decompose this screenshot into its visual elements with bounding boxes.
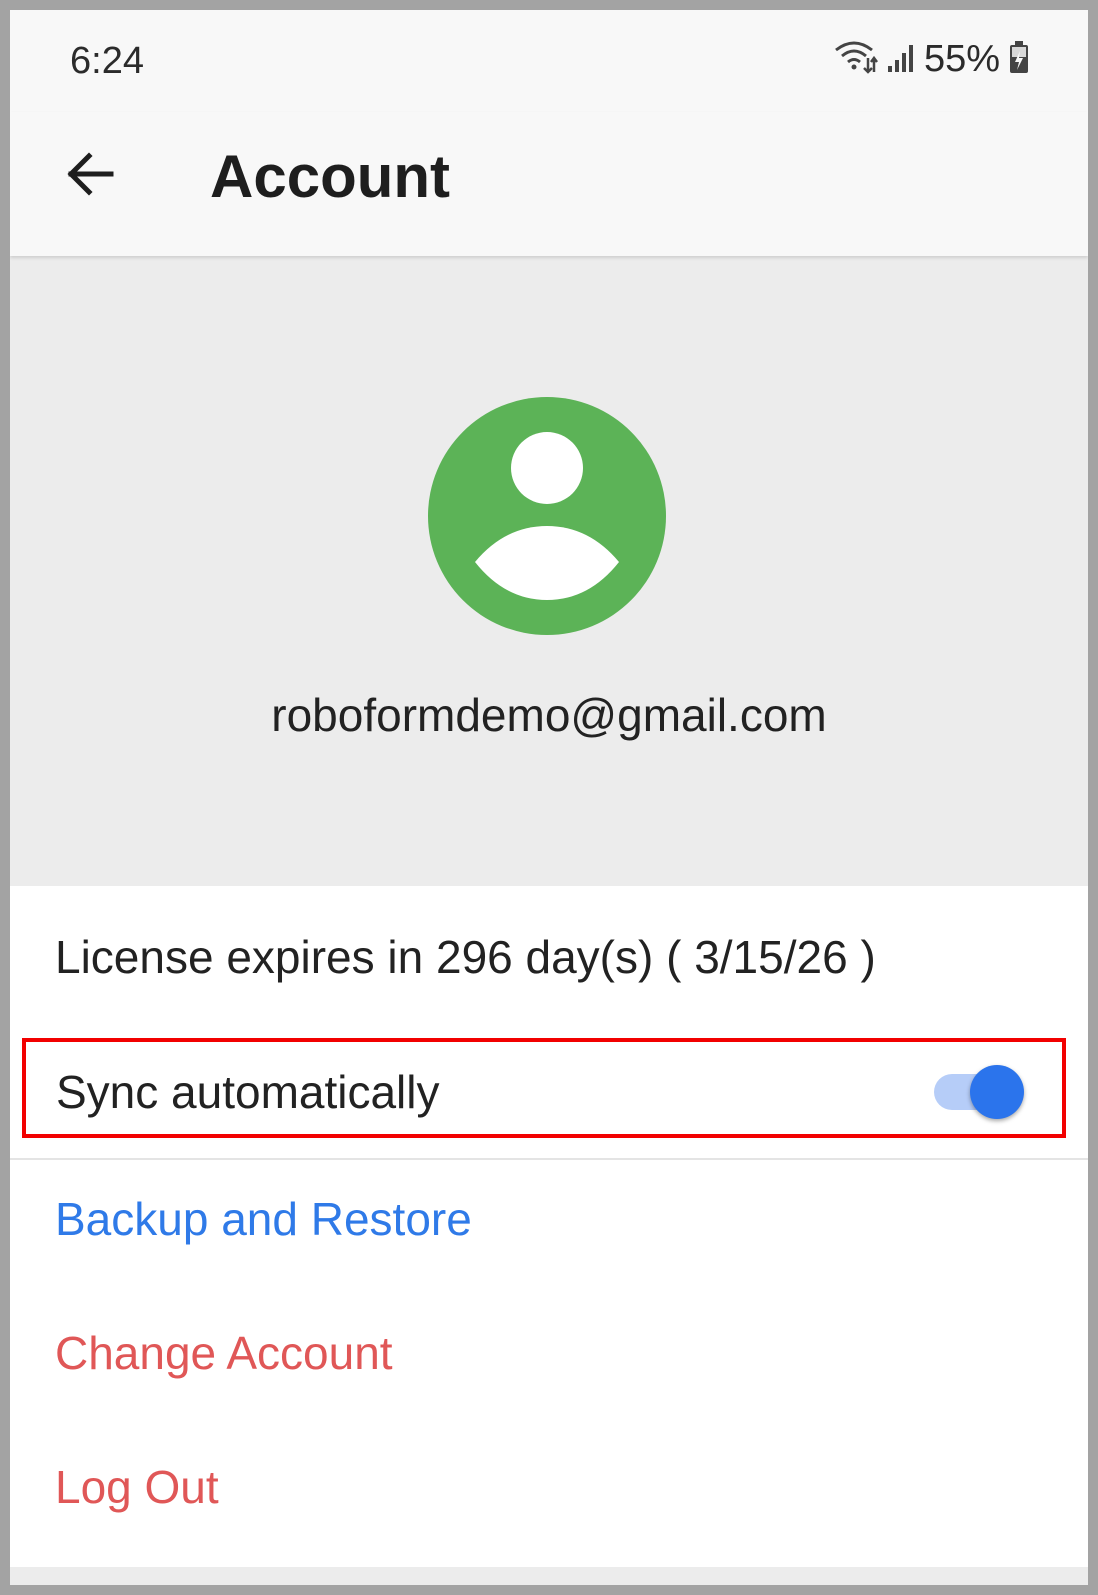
log-out-link[interactable]: Log Out — [55, 1460, 219, 1514]
battery-charging-icon — [1008, 40, 1030, 79]
sync-automatically-row[interactable]: Sync automatically — [22, 1038, 1066, 1138]
account-email: roboformdemo@gmail.com — [271, 689, 827, 741]
wifi-icon — [834, 40, 878, 79]
change-account-link[interactable]: Change Account — [55, 1326, 393, 1380]
status-time: 6:24 — [70, 40, 144, 82]
battery-percent: 55% — [923, 38, 1000, 80]
back-button[interactable] — [50, 136, 130, 216]
license-expiry-text: License expires in 296 day(s) ( 3/15/26 … — [55, 931, 876, 983]
phone-screen: 6:24 55% Account roboformdemo@gmail.com … — [10, 10, 1088, 1585]
arrow-left-icon — [63, 147, 117, 206]
status-bar: 6:24 55% — [10, 10, 1088, 112]
bottom-strip — [10, 1567, 1088, 1585]
backup-and-restore-link[interactable]: Backup and Restore — [55, 1192, 472, 1246]
account-circle-icon — [427, 397, 667, 640]
sync-automatically-label: Sync automatically — [56, 1066, 440, 1118]
profile-header: roboformdemo@gmail.com — [10, 256, 1088, 886]
toggle-thumb — [970, 1065, 1024, 1119]
avatar — [427, 396, 667, 636]
account-settings-list: License expires in 296 day(s) ( 3/15/26 … — [10, 886, 1088, 1567]
signal-icon — [886, 40, 916, 79]
status-icons: 55% — [834, 38, 1030, 81]
sync-toggle[interactable] — [934, 1064, 1026, 1119]
divider — [10, 1158, 1088, 1160]
app-bar: Account — [10, 112, 1088, 256]
page-title: Account — [210, 143, 450, 210]
